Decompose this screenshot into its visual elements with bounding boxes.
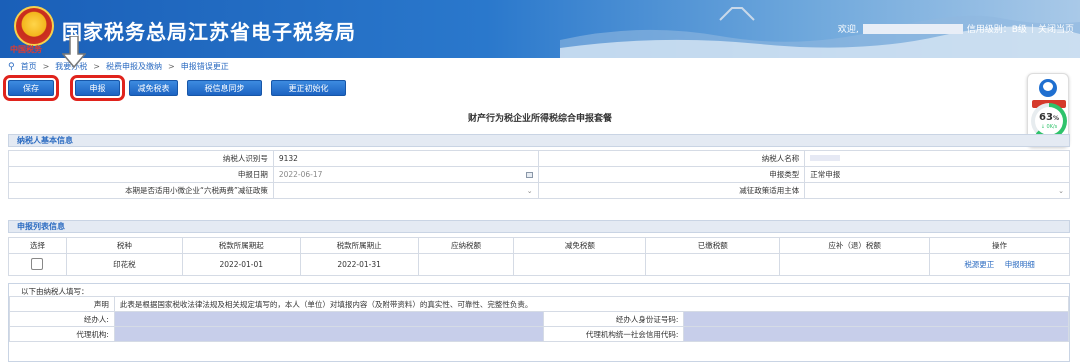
toolbar: 保存 申报 减免税表 税信息同步 更正初始化 xyxy=(3,75,346,101)
taxpayer-id-label: 纳税人识别号 xyxy=(8,150,274,167)
declare-date-value: 2022-06-17 xyxy=(278,170,323,179)
row-paid xyxy=(645,253,781,276)
chevron-down-icon[interactable]: ⌄ xyxy=(527,187,533,195)
welcome-text: 欢迎, xyxy=(837,25,859,35)
logo-text: 中国税务 xyxy=(10,44,42,54)
policy-label: 本期是否适用小微企业“六税两费”减征政策 xyxy=(8,182,274,199)
taxpayer-name-value xyxy=(804,150,1070,167)
breadcrumb-separator: > xyxy=(168,62,175,71)
credit-level: 信用级别：B级 xyxy=(966,25,1027,35)
row-period-end: 2022-01-31 xyxy=(299,253,419,276)
redacted-username xyxy=(862,23,963,34)
agent-input[interactable] xyxy=(113,311,545,327)
col-action: 操作 xyxy=(929,237,1070,254)
chevron-down-icon[interactable]: ⌄ xyxy=(1058,187,1064,195)
basic-info-table: 纳税人识别号 9132 纳税人名称 申报日期 2022-06-17 申报类型 正… xyxy=(8,150,1070,199)
agency-code-input[interactable] xyxy=(683,326,1069,342)
row-refund xyxy=(779,253,931,276)
tax-emblem-icon[interactable] xyxy=(14,6,54,46)
down-arrow-icon xyxy=(62,36,86,68)
col-tax-type: 税种 xyxy=(65,237,183,254)
col-reduction: 减免税额 xyxy=(513,237,647,254)
correct-init-button[interactable]: 更正初始化 xyxy=(271,80,346,96)
declare-type-label: 申报类型 xyxy=(537,166,806,183)
row-select-cell xyxy=(8,253,67,276)
row-payable xyxy=(417,253,515,276)
save-button[interactable]: 保存 xyxy=(3,75,59,101)
agency-input[interactable] xyxy=(113,326,545,342)
table-row: 印花税 2022-01-01 2022-01-31 税源更正 申报明细 xyxy=(8,253,1070,276)
declare-type-value: 正常申报 xyxy=(804,166,1070,183)
breadcrumb-separator: > xyxy=(42,62,50,71)
agent-label: 经办人: xyxy=(9,311,115,327)
agent-id-label: 经办人身份证号码: xyxy=(543,311,685,327)
calendar-icon[interactable] xyxy=(525,171,533,178)
declare-button[interactable]: 申报 xyxy=(70,75,125,101)
row-period-start: 2022-01-01 xyxy=(181,253,301,276)
site-title: 国家税务总局江苏省电子税务局 xyxy=(62,20,356,44)
policy-subject-select[interactable]: ⌄ xyxy=(804,182,1070,199)
declaration-section: 以下由纳税人填写： 声明 此表是根据国家税收法律法规及相关规定填写的，本人（单位… xyxy=(8,283,1070,362)
taxpayer-name-label: 纳税人名称 xyxy=(537,150,806,167)
breadcrumb-current: 申报错误更正 xyxy=(180,62,229,71)
declaration-table: 声明 此表是根据国家税收法律法规及相关规定填写的，本人（单位）对填报内容（及附带… xyxy=(9,296,1069,342)
sync-button[interactable]: 税信息同步 xyxy=(187,80,262,96)
row-reduction xyxy=(513,253,647,276)
policy-select[interactable]: ⌄ xyxy=(272,182,539,199)
declare-list-table: 选择 税种 税款所属期起 税款所属期止 应纳税额 减免税额 已缴税额 应补（退）… xyxy=(8,237,1070,276)
col-period-start: 税款所属期起 xyxy=(181,237,301,254)
breadcrumb-home[interactable]: 首页 xyxy=(21,61,37,72)
col-paid: 已缴税额 xyxy=(645,237,781,254)
col-payable: 应纳税额 xyxy=(417,237,515,254)
site-header: 中国税务 国家税务总局江苏省电子税务局 欢迎, 信用级别：B级 | 关闭当页 xyxy=(0,0,1080,58)
statement-label: 声明 xyxy=(9,296,115,312)
declare-date-field[interactable]: 2022-06-17 xyxy=(272,166,539,183)
row-checkbox[interactable] xyxy=(31,257,44,270)
declare-detail-link[interactable]: 申报明细 xyxy=(1005,260,1035,269)
breadcrumb-separator: > xyxy=(93,62,100,71)
statement-text: 此表是根据国家税收法律法规及相关规定填写的，本人（单位）对填报内容（及附带资料）… xyxy=(113,296,1069,312)
row-tax-type: 印花税 xyxy=(65,253,183,276)
user-bar: 欢迎, 信用级别：B级 | 关闭当页 xyxy=(838,22,1074,35)
service-agent-icon[interactable] xyxy=(1039,79,1057,97)
breadcrumb-declare[interactable]: 税费申报及缴纳 xyxy=(106,61,162,72)
policy-subject-label: 减征政策适用主体 xyxy=(537,182,806,199)
gauge-speed: ↓ 0K/s xyxy=(1040,123,1058,130)
section-header-basic-info: 纳税人基本信息 xyxy=(8,134,1070,147)
breadcrumb: ⚲ 首页 > 我要办税 > 税费申报及缴纳 > 申报错误更正 xyxy=(8,61,229,72)
section-header-declare-list: 申报列表信息 xyxy=(8,220,1070,233)
agent-id-input[interactable] xyxy=(683,311,1069,327)
declare-date-label: 申报日期 xyxy=(8,166,274,183)
location-pin-icon: ⚲ xyxy=(8,61,15,72)
tax-reduction-button[interactable]: 减免税表 xyxy=(129,80,178,96)
col-period-end: 税款所属期止 xyxy=(299,237,419,254)
taxpayer-id-value: 9132 xyxy=(272,150,539,167)
agency-label: 代理机构: xyxy=(9,326,115,342)
separator: | xyxy=(1030,23,1034,34)
tax-source-correct-link[interactable]: 税源更正 xyxy=(964,260,994,269)
row-actions: 税源更正 申报明细 xyxy=(929,253,1070,276)
col-refund: 应补（退）税额 xyxy=(779,237,931,254)
col-select: 选择 xyxy=(8,237,67,254)
close-page-link[interactable]: 关闭当页 xyxy=(1038,22,1074,35)
page-title: 财产行为税企业所得税综合申报套餐 xyxy=(467,114,612,124)
agency-code-label: 代理机构统一社会信用代码: xyxy=(543,326,685,342)
